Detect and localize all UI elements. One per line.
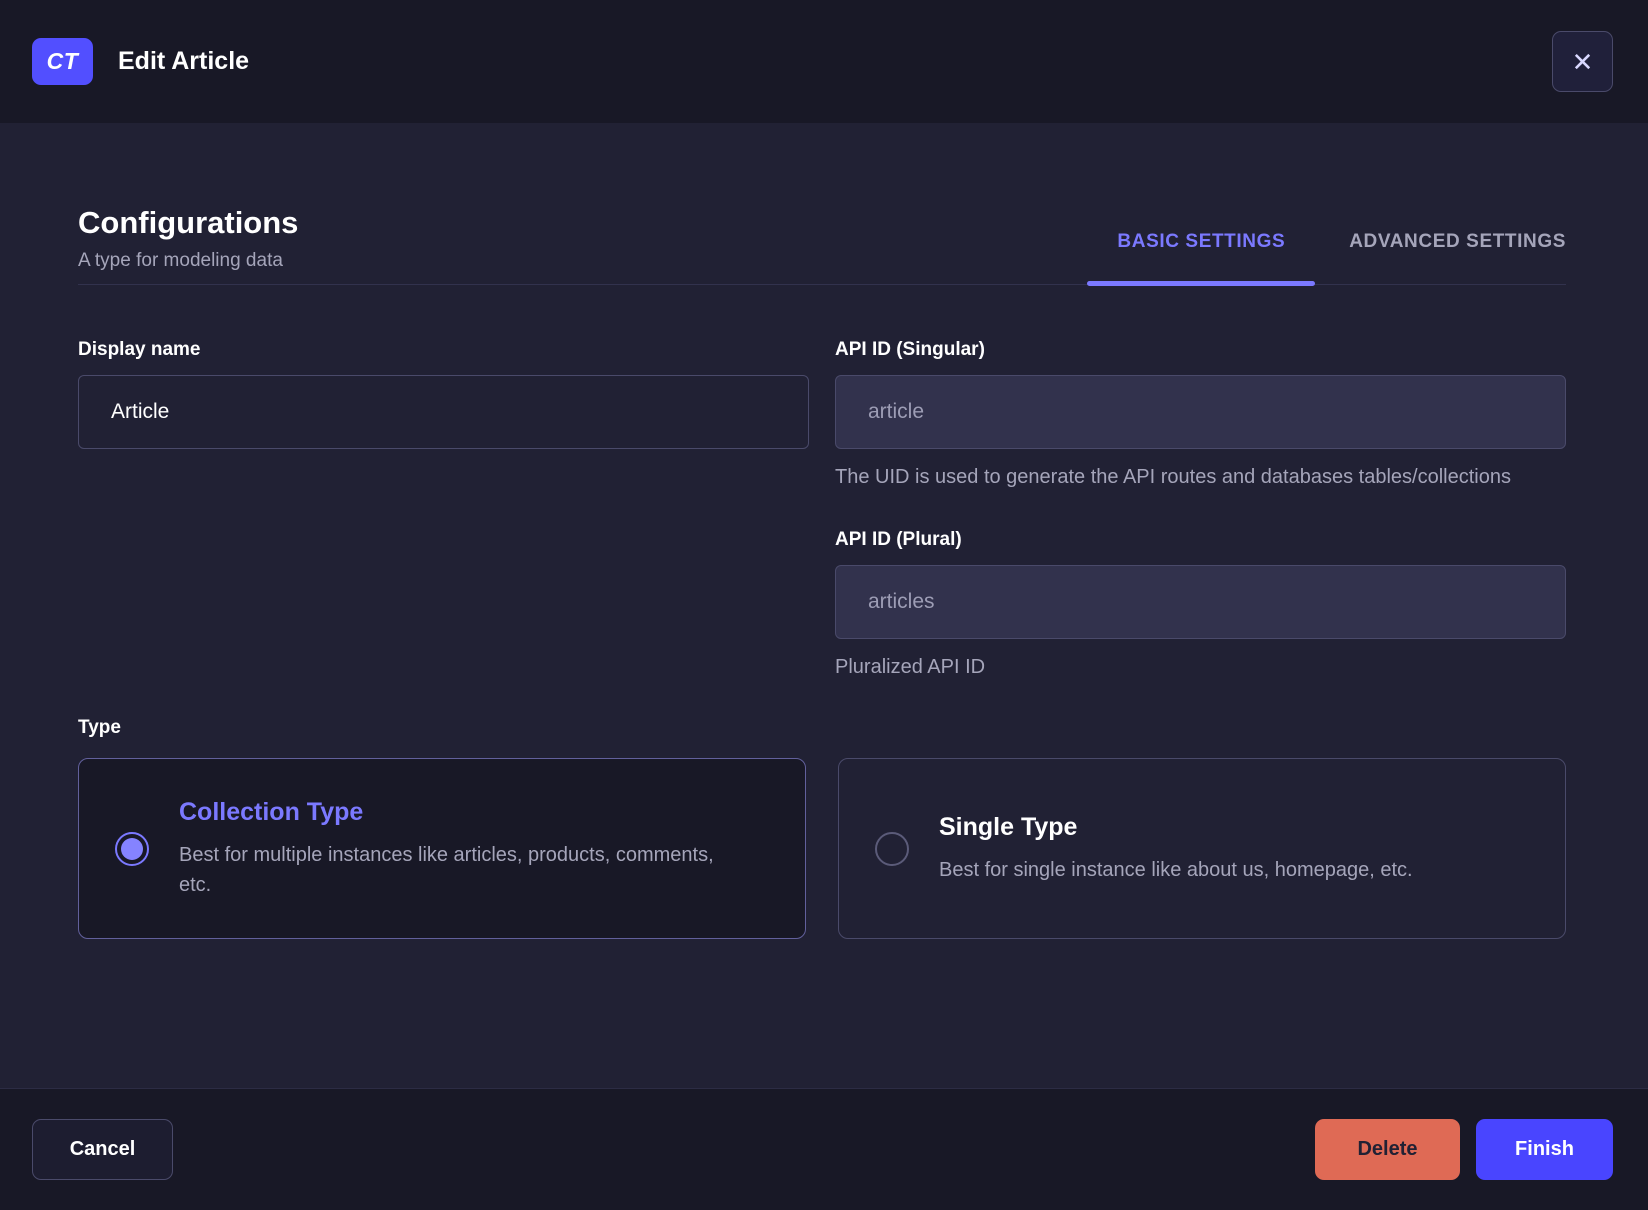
settings-tabs: BASIC SETTINGS ADVANCED SETTINGS — [1087, 231, 1566, 286]
type-options: Collection Type Best for multiple instan… — [78, 758, 1566, 939]
section-head: Configurations A type for modeling data … — [78, 205, 1566, 286]
type-option-single-title: Single Type — [939, 812, 1078, 841]
tab-basic-settings[interactable]: BASIC SETTINGS — [1087, 231, 1316, 286]
type-option-single-text: Single Type Best for single instance lik… — [939, 813, 1413, 885]
close-button[interactable]: ✕ — [1552, 31, 1613, 92]
type-option-collection-title: Collection Type — [179, 797, 364, 826]
api-id-singular-field: API ID (Singular) The UID is used to gen… — [835, 339, 1566, 493]
content-type-badge: CT — [32, 38, 93, 85]
display-name-label: Display name — [78, 339, 201, 360]
api-id-singular-label: API ID (Singular) — [835, 339, 985, 360]
modal-body: Configurations A type for modeling data … — [0, 123, 1648, 1088]
form-left-column: Display name — [78, 339, 809, 683]
type-section: Type Collection Type Best for multiple i… — [78, 717, 1566, 939]
finish-button[interactable]: Finish — [1476, 1119, 1613, 1180]
display-name-input[interactable] — [78, 375, 809, 449]
modal-header: CT Edit Article ✕ — [0, 0, 1648, 123]
modal-title: Edit Article — [118, 47, 250, 75]
type-option-collection-text: Collection Type Best for multiple instan… — [179, 798, 724, 900]
form-right-column: API ID (Singular) The UID is used to gen… — [835, 339, 1566, 683]
page-subtitle: A type for modeling data — [78, 250, 283, 271]
radio-selected-icon[interactable] — [115, 831, 149, 866]
api-id-plural-hint: Pluralized API ID — [835, 656, 986, 678]
api-id-singular-hint: The UID is used to generate the API rout… — [835, 466, 1511, 488]
radio-unselected-icon[interactable] — [875, 831, 909, 866]
type-option-single[interactable]: Single Type Best for single instance lik… — [838, 758, 1566, 939]
type-option-collection-description: Best for multiple instances like article… — [179, 843, 714, 896]
api-id-plural-label: API ID (Plural) — [835, 529, 962, 550]
tab-basic-settings-label: BASIC SETTINGS — [1117, 231, 1286, 252]
configuration-form: Display name API ID (Singular) The UID i… — [78, 339, 1566, 683]
section-head-text: Configurations A type for modeling data — [78, 205, 298, 284]
page-title: Configurations — [78, 205, 299, 240]
edit-content-type-modal: CT Edit Article ✕ Configurations A type … — [0, 0, 1648, 1210]
cancel-button[interactable]: Cancel — [32, 1119, 173, 1180]
delete-button[interactable]: Delete — [1315, 1119, 1460, 1180]
api-id-plural-field: API ID (Plural) Pluralized API ID — [835, 529, 1566, 683]
api-id-plural-input[interactable] — [835, 565, 1566, 639]
tab-advanced-settings-label: ADVANCED SETTINGS — [1349, 231, 1566, 252]
close-icon: ✕ — [1571, 46, 1594, 77]
display-name-field: Display name — [78, 339, 809, 449]
type-option-collection[interactable]: Collection Type Best for multiple instan… — [78, 758, 806, 939]
api-id-singular-input[interactable] — [835, 375, 1566, 449]
modal-footer: Cancel Delete Finish — [0, 1088, 1648, 1210]
content-type-badge-label: CT — [46, 48, 79, 74]
type-label: Type — [78, 717, 121, 738]
tab-advanced-settings[interactable]: ADVANCED SETTINGS — [1349, 231, 1566, 253]
type-option-single-description: Best for single instance like about us, … — [939, 858, 1413, 881]
